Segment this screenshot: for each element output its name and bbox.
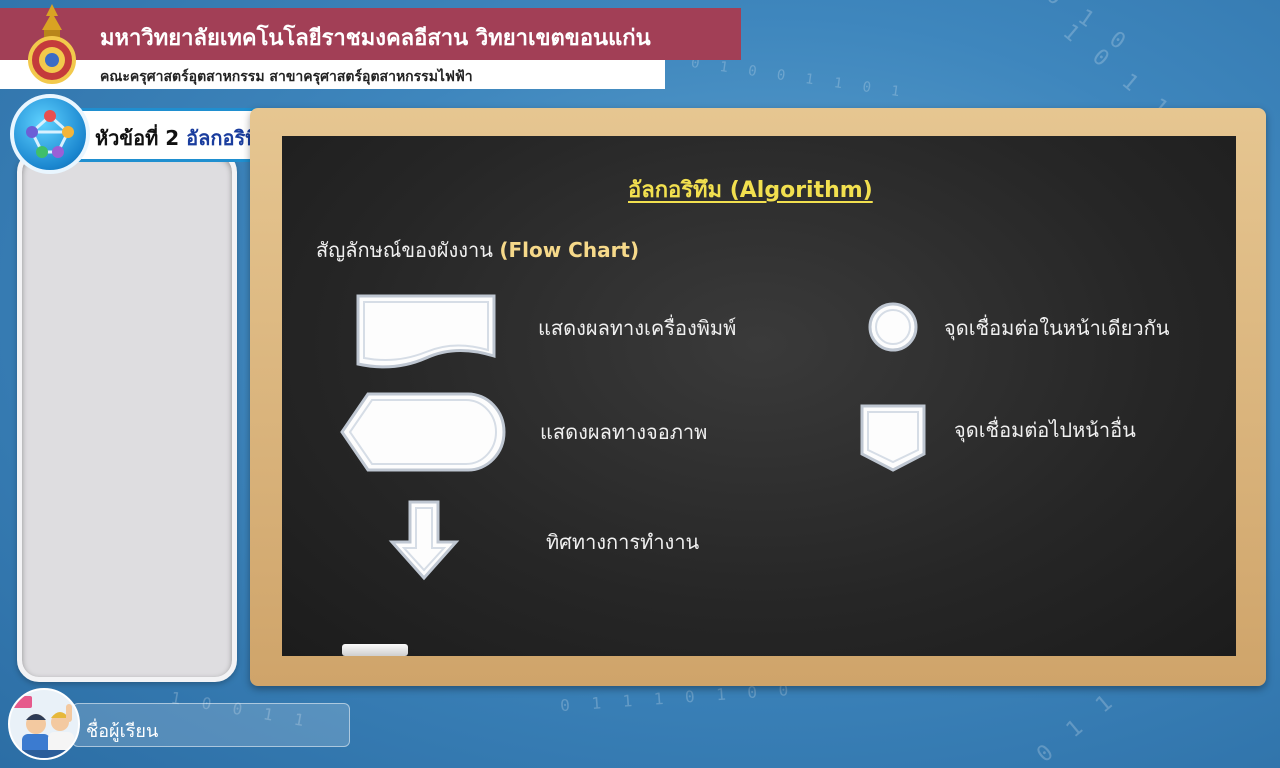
- symbol-label-printer: แสดงผลทางเครื่องพิมพ์: [538, 316, 737, 340]
- background-binary-digits: 0 1 0 0 1 1 0 1: [689, 55, 907, 101]
- network-molecule-icon-graphic: [26, 110, 74, 158]
- board-title: อัลกอริทึม (Algorithm): [628, 178, 873, 203]
- flow-arrow-symbol-icon: [388, 500, 460, 581]
- on-page-connector-icon: [868, 302, 918, 352]
- section-title-flowchart: (Flow Chart): [499, 238, 640, 262]
- section-title: สัญลักษณ์ของผังงาน (Flow Chart): [316, 234, 639, 266]
- topic-title: หัวข้อที่ 2 อัลกอริทึม: [95, 122, 272, 154]
- student-name-label: ชื่อผู้เรียน: [86, 721, 159, 742]
- university-logo: [28, 4, 76, 84]
- symbol-label-direction: ทิศทางการทำงาน: [546, 530, 700, 554]
- display-symbol-icon: [340, 392, 506, 472]
- section-title-text: สัญลักษณ์ของผังงาน: [316, 238, 493, 262]
- students-avatar-icon: [8, 688, 80, 760]
- students-avatar-graphic: [10, 696, 78, 758]
- symbol-label-off-page-connector: จุดเชื่อมต่อไปหน้าอื่น: [954, 418, 1136, 442]
- symbol-label-display: แสดงผลทางจอภาพ: [540, 420, 708, 444]
- side-content-panel: [17, 150, 237, 682]
- printed-document-symbol-icon: [356, 294, 496, 369]
- topic-prefix: หัวข้อที่ 2: [95, 126, 180, 150]
- network-molecule-icon: [10, 94, 90, 174]
- symbol-label-on-page-connector: จุดเชื่อมต่อในหน้าเดียวกัน: [944, 316, 1170, 340]
- off-page-connector-icon: [860, 404, 926, 472]
- chalk-piece: [342, 644, 408, 656]
- faculty-name: คณะครุศาสตร์อุตสาหกรรม สาขาครุศาสตร์อุตส…: [100, 69, 473, 85]
- university-name: มหาวิทยาลัยเทคโนโลยีราชมงคลอีสาน วิทยาเข…: [100, 26, 651, 51]
